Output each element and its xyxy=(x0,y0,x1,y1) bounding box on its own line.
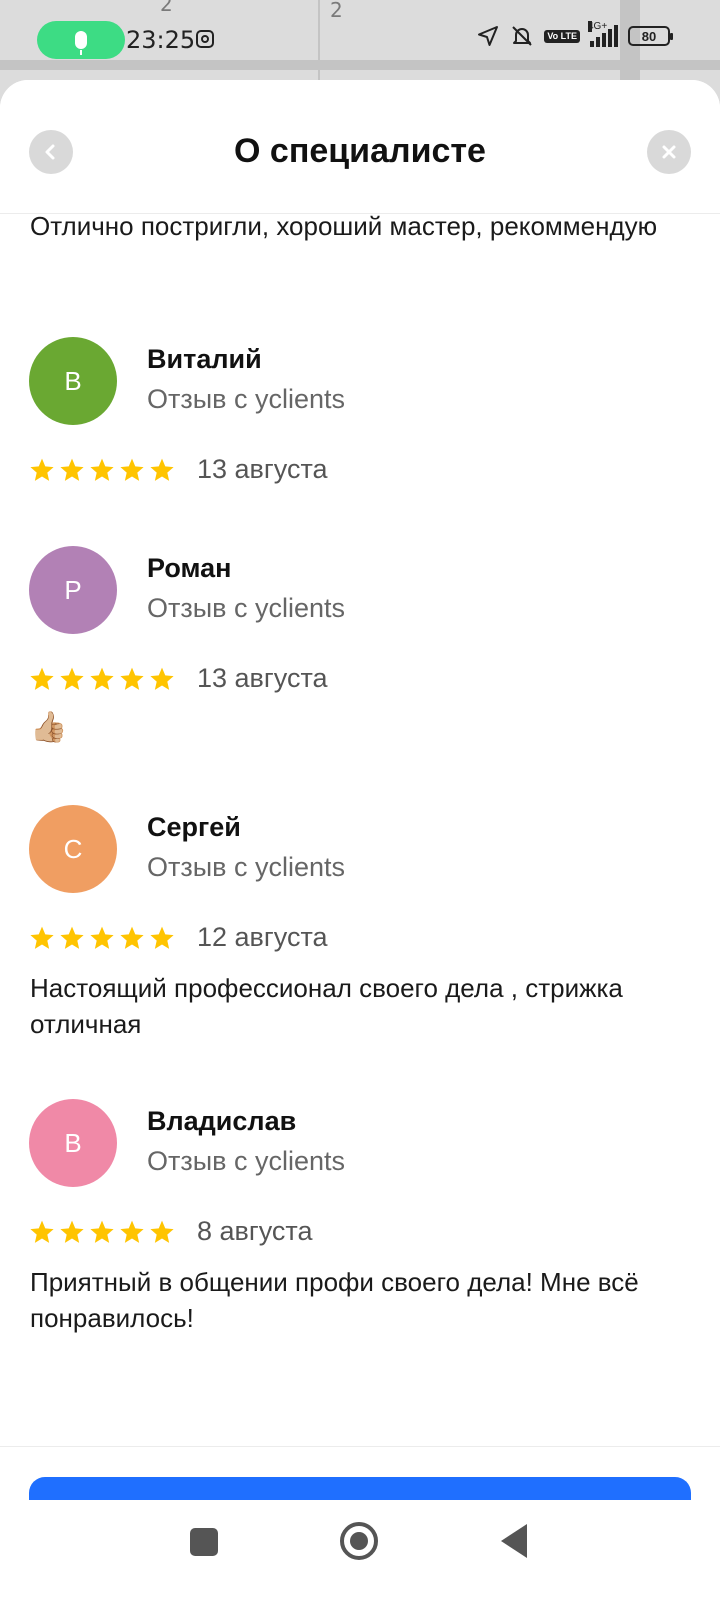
star-icon xyxy=(120,926,144,949)
star-icon xyxy=(150,667,174,690)
recents-button[interactable] xyxy=(190,1528,218,1556)
review-date: 13 августа xyxy=(197,663,328,693)
star-icon xyxy=(120,667,144,690)
star-icon xyxy=(90,458,114,481)
review-date: 8 августа xyxy=(197,1216,313,1246)
reviewer-name: Сергей xyxy=(147,812,241,842)
star-icon xyxy=(60,458,84,481)
star-icon xyxy=(30,1220,54,1243)
review-text: Отлично постригли, хороший мастер, реком… xyxy=(30,214,658,241)
mic-indicator xyxy=(37,21,125,59)
star-icon xyxy=(60,667,84,690)
instagram-icon xyxy=(196,30,214,48)
star-rating xyxy=(29,925,175,951)
star-icon xyxy=(60,926,84,949)
star-rating xyxy=(29,457,175,483)
reviewer-name: Владислав xyxy=(147,1106,297,1136)
reviewer-name: Виталий xyxy=(147,344,262,374)
review-source: Отзыв с yclients xyxy=(147,384,346,414)
review-source: Отзыв с yclients xyxy=(147,852,346,882)
star-icon xyxy=(60,1220,84,1243)
battery-level: 80 xyxy=(641,28,657,44)
volte-icon: Vo LTE xyxy=(544,29,580,43)
reviewer-name: Роман xyxy=(147,553,232,583)
specialist-sheet: О специалисте Отлично постригли, хороший… xyxy=(0,80,720,1600)
rating-row: 13 августа xyxy=(29,454,328,485)
location-arrow-icon xyxy=(478,26,499,46)
navigation-bar xyxy=(0,1500,720,1600)
avatar: С xyxy=(29,805,117,893)
star-icon xyxy=(90,667,114,690)
avatar: В xyxy=(29,1099,117,1187)
mic-icon xyxy=(75,31,87,55)
battery-icon: 80 xyxy=(628,26,673,46)
rating-row: 13 августа xyxy=(29,663,328,694)
star-icon xyxy=(90,926,114,949)
review-source: Отзыв с yclients xyxy=(147,1146,346,1176)
star-icon xyxy=(30,926,54,949)
close-icon xyxy=(662,145,676,159)
page-title: О специалисте xyxy=(234,132,486,170)
review-source: Отзыв с yclients xyxy=(147,593,346,623)
star-icon xyxy=(120,1220,144,1243)
close-button[interactable] xyxy=(647,130,691,174)
star-icon xyxy=(30,667,54,690)
status-clock: 23:25 xyxy=(126,26,196,54)
signal-icon: 4G+ xyxy=(588,21,618,47)
review-text: Приятный в общении профи своего дела! Мн… xyxy=(30,1267,639,1333)
rating-row: 12 августа xyxy=(29,922,328,953)
reviews-list[interactable]: Отлично постригли, хороший мастер, реком… xyxy=(0,214,720,1446)
status-icons: Vo LTE 4G+ 80 xyxy=(476,21,673,48)
bell-off-icon xyxy=(512,26,533,46)
star-icon xyxy=(150,458,174,481)
status-bar: 23:25 Vo LTE 4G+ 80 xyxy=(0,0,720,80)
star-icon xyxy=(150,1220,174,1243)
review-date: 12 августа xyxy=(197,922,328,952)
star-rating xyxy=(29,666,175,692)
star-icon xyxy=(90,1220,114,1243)
rating-row: 8 августа xyxy=(29,1216,313,1247)
review-text: Настоящий профессионал своего дела , стр… xyxy=(30,973,623,1039)
star-rating xyxy=(29,1219,175,1245)
avatar: В xyxy=(29,337,117,425)
review-date: 13 августа xyxy=(197,454,328,484)
home-button[interactable] xyxy=(340,1522,378,1560)
star-icon xyxy=(150,926,174,949)
avatar: Р xyxy=(29,546,117,634)
back-nav-button[interactable] xyxy=(501,1524,527,1558)
review-text: 👍🏼 xyxy=(30,710,68,745)
sheet-header: О специалисте xyxy=(0,80,720,214)
star-icon xyxy=(30,458,54,481)
star-icon xyxy=(120,458,144,481)
network-type: 4G+ xyxy=(588,21,608,32)
